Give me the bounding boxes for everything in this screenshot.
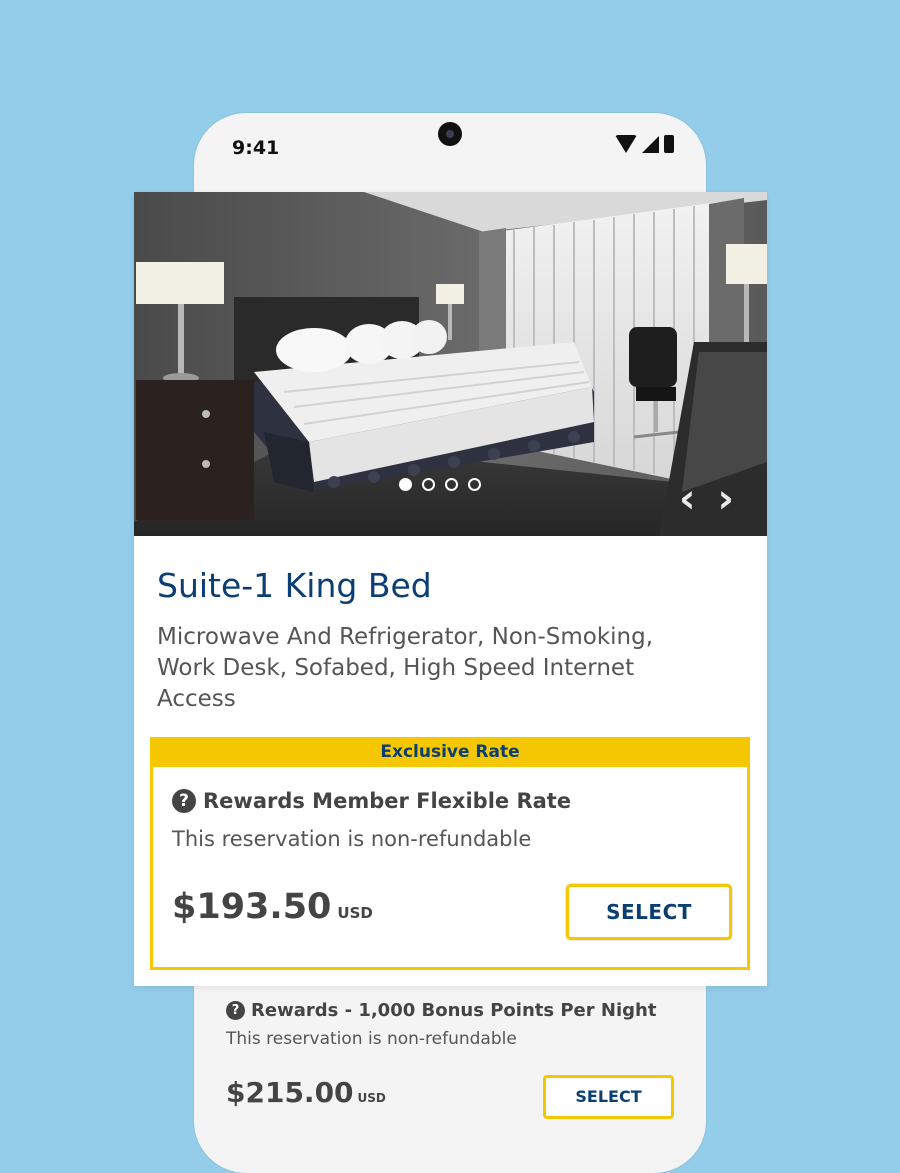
- select-button[interactable]: SELECT: [566, 884, 732, 940]
- rate-body: ? Rewards Member Flexible Rate This rese…: [150, 767, 750, 970]
- signal-icon: [642, 135, 659, 153]
- room-photo[interactable]: ‹ ›: [134, 192, 767, 536]
- rate-option-exclusive: Exclusive Rate ? Rewards Member Flexible…: [150, 737, 750, 970]
- carousel-dot-3[interactable]: [445, 478, 458, 491]
- rate-price: $215.00 USD: [226, 1076, 386, 1109]
- rate-price: $193.50 USD: [172, 887, 373, 927]
- room-card: ‹ › Suite-1 King Bed Microwave And Refri…: [134, 192, 767, 986]
- rate-note: This reservation is non-refundable: [226, 1029, 517, 1049]
- carousel-arrows: ‹ ›: [679, 479, 734, 519]
- wifi-icon: [615, 135, 637, 153]
- camera-icon: [438, 122, 462, 146]
- rate-name: Rewards Member Flexible Rate: [203, 789, 572, 813]
- battery-icon: [664, 135, 674, 153]
- status-time: 9:41: [232, 137, 280, 159]
- rate-name: Rewards - 1,000 Bonus Points Per Night: [251, 1000, 657, 1021]
- carousel-dot-4[interactable]: [468, 478, 481, 491]
- price-amount: $215.00: [226, 1076, 354, 1109]
- help-icon[interactable]: ?: [226, 1001, 245, 1020]
- rate-name-row: ? Rewards Member Flexible Rate: [172, 789, 571, 813]
- rate-option-bonus-points: ? Rewards - 1,000 Bonus Points Per Night…: [194, 986, 706, 1125]
- room-title: Suite-1 King Bed: [157, 566, 432, 605]
- price-amount: $193.50: [172, 887, 332, 927]
- price-currency: USD: [357, 1091, 386, 1105]
- rate-name-row: ? Rewards - 1,000 Bonus Points Per Night: [226, 1000, 656, 1021]
- status-icons: [615, 135, 674, 153]
- carousel-dots: [399, 478, 481, 491]
- select-button[interactable]: SELECT: [543, 1075, 674, 1119]
- rate-note: This reservation is non-refundable: [172, 827, 532, 851]
- room-description: Microwave And Refrigerator, Non-Smoking,…: [157, 624, 654, 712]
- chevron-left-icon[interactable]: ‹: [679, 479, 695, 519]
- chevron-right-icon[interactable]: ›: [717, 479, 733, 519]
- price-currency: USD: [337, 904, 373, 922]
- help-icon[interactable]: ?: [172, 789, 196, 813]
- carousel-dot-2[interactable]: [422, 478, 435, 491]
- carousel-dot-1[interactable]: [399, 478, 412, 491]
- exclusive-rate-banner: Exclusive Rate: [150, 737, 750, 767]
